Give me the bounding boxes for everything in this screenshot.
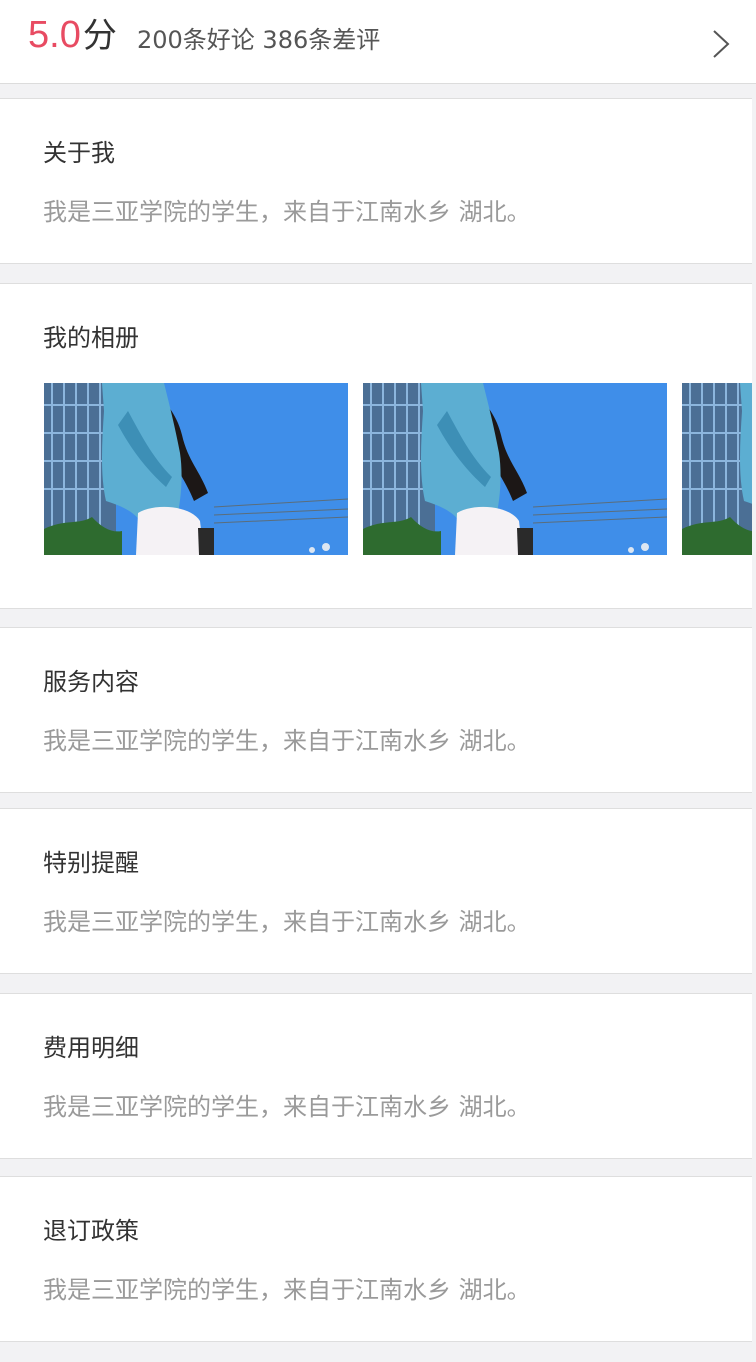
fees-section: 费用明细 我是三亚学院的学生，来自于江南水乡 湖北。: [0, 993, 752, 1159]
album-section: 我的相册: [0, 283, 752, 609]
album-photo[interactable]: [363, 383, 667, 555]
chevron-right-icon[interactable]: [712, 29, 730, 59]
photo-image: [682, 383, 752, 555]
about-section: 关于我 我是三亚学院的学生，来自于江南水乡 湖北。: [0, 98, 752, 264]
rating-score-number: 5.0: [28, 14, 81, 56]
rating-bar[interactable]: 5.0 分 200条好论 386条差评: [0, 0, 756, 84]
rating-score: 5.0 分: [28, 16, 117, 54]
rating-counts: 200条好论 386条差评: [137, 26, 381, 54]
refund-title: 退订政策: [43, 1217, 139, 1245]
reminder-title: 特别提醒: [43, 849, 139, 877]
about-text: 我是三亚学院的学生，来自于江南水乡 湖北。: [43, 198, 531, 226]
fees-text: 我是三亚学院的学生，来自于江南水乡 湖北。: [43, 1093, 531, 1121]
refund-text: 我是三亚学院的学生，来自于江南水乡 湖北。: [43, 1276, 531, 1304]
photo-image: [363, 383, 667, 555]
profile-page: 5.0 分 200条好论 386条差评 关于我 我是三亚学院的学生，来自于江南水…: [0, 0, 756, 1362]
services-title: 服务内容: [43, 668, 139, 696]
refund-section: 退订政策 我是三亚学院的学生，来自于江南水乡 湖北。: [0, 1176, 752, 1342]
photo-image: [44, 383, 348, 555]
rating-score-unit: 分: [82, 16, 117, 56]
services-section: 服务内容 我是三亚学院的学生，来自于江南水乡 湖北。: [0, 627, 752, 793]
reminder-text: 我是三亚学院的学生，来自于江南水乡 湖北。: [43, 908, 531, 936]
fees-title: 费用明细: [43, 1034, 139, 1062]
album-title: 我的相册: [43, 324, 139, 352]
services-text: 我是三亚学院的学生，来自于江南水乡 湖北。: [43, 727, 531, 755]
about-title: 关于我: [43, 139, 115, 167]
album-photo-strip[interactable]: [44, 383, 752, 555]
album-photo[interactable]: [682, 383, 752, 555]
reminder-section: 特别提醒 我是三亚学院的学生，来自于江南水乡 湖北。: [0, 808, 752, 974]
album-photo[interactable]: [44, 383, 348, 555]
